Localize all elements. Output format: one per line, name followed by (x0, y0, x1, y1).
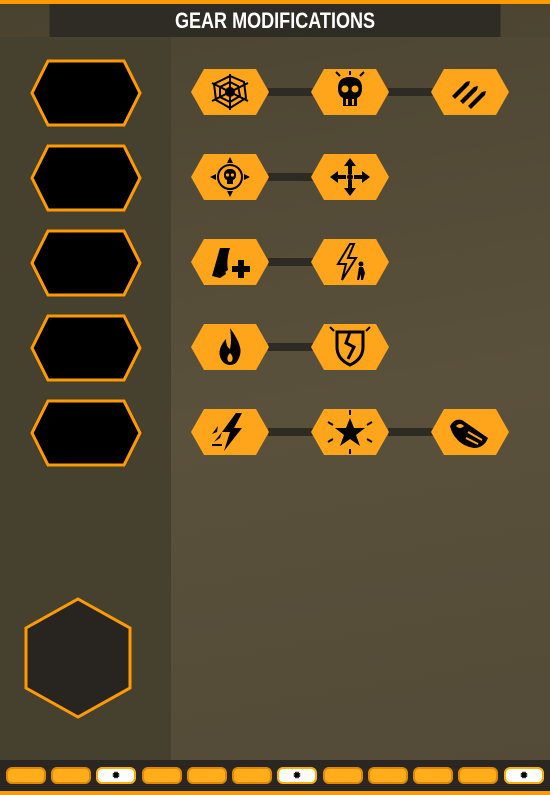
mod-connector (268, 428, 314, 436)
mod-connector (268, 258, 314, 266)
burst-icon: ✹ (111, 769, 121, 782)
mod-connector (268, 343, 314, 351)
mod-connector (268, 88, 314, 96)
loadout-pill-8[interactable] (323, 767, 363, 784)
loadout-pill-5[interactable] (187, 767, 227, 784)
loadout-pill-2[interactable] (51, 767, 91, 784)
target-skull-icon[interactable] (190, 153, 270, 201)
loadout-pill-6[interactable] (232, 767, 272, 784)
mod-row-3 (190, 238, 530, 286)
mod-row-4 (190, 323, 530, 371)
spider-web-icon[interactable] (190, 68, 270, 116)
mod-connector (388, 88, 434, 96)
loadout-pill-10[interactable] (413, 767, 453, 784)
gear-slot-1[interactable] (30, 59, 142, 127)
ammo-plus-icon[interactable] (190, 238, 270, 286)
move-arrows-icon[interactable] (310, 153, 390, 201)
mod-row-5 (190, 408, 530, 456)
main-gear-slot[interactable] (23, 596, 133, 720)
gear-modifications-panel: GEAR MODIFICATIONS ✹ ✹ ✹ (0, 0, 550, 795)
gear-slot-3[interactable] (30, 229, 142, 297)
flame-burst-icon[interactable] (430, 408, 510, 456)
loadout-pill-3[interactable]: ✹ (96, 767, 136, 784)
loadout-pill-7[interactable]: ✹ (277, 767, 317, 784)
gear-slot-5[interactable] (30, 399, 142, 467)
skull-icon[interactable] (310, 68, 390, 116)
loadout-pill-1[interactable] (6, 767, 46, 784)
lightning-strike-icon[interactable] (190, 408, 270, 456)
gear-slot-4[interactable] (30, 314, 142, 382)
mod-row-1 (190, 68, 530, 116)
mod-connector (388, 428, 434, 436)
mod-connector (268, 173, 314, 181)
gear-slot-2[interactable] (30, 144, 142, 212)
broken-shield-icon[interactable] (310, 323, 390, 371)
star-burst-icon[interactable] (310, 408, 390, 456)
mod-row-2 (190, 153, 530, 201)
panel-title: GEAR MODIFICATIONS (49, 4, 501, 37)
loadout-pill-9[interactable] (368, 767, 408, 784)
loadout-bar: ✹ ✹ ✹ (0, 760, 550, 795)
loadout-pill-12[interactable]: ✹ (504, 767, 544, 784)
bullets-icon[interactable] (430, 68, 510, 116)
burst-icon: ✹ (292, 769, 302, 782)
burst-icon: ✹ (519, 769, 529, 782)
modification-tree-area (171, 37, 550, 760)
loadout-pill-4[interactable] (142, 767, 182, 784)
fire-icon[interactable] (190, 323, 270, 371)
loadout-pill-11[interactable] (458, 767, 498, 784)
lightning-runner-icon[interactable] (310, 238, 390, 286)
